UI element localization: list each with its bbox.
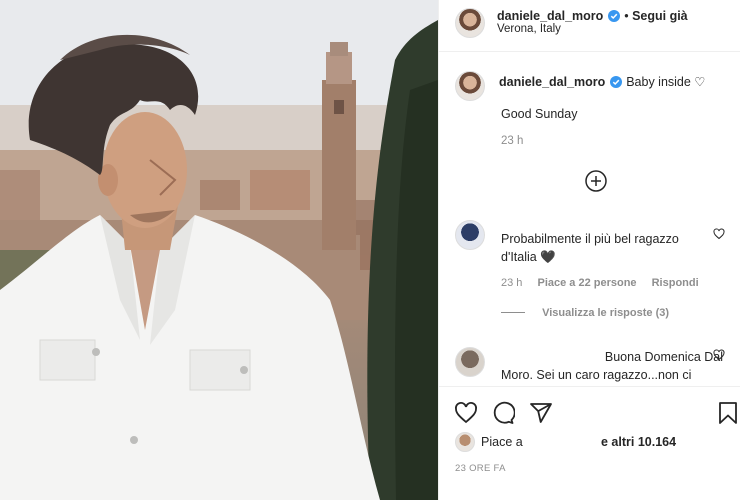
post-photo-illustration — [0, 0, 438, 500]
caption-username[interactable]: daniele_dal_moro — [499, 75, 605, 89]
comment-time[interactable]: 23 h — [501, 277, 522, 289]
follow-button[interactable]: Segui già — [632, 9, 688, 23]
caption-time[interactable]: 23 h — [501, 135, 523, 147]
likes-count[interactable]: e altri 10.164 — [601, 435, 676, 449]
heart-icon[interactable] — [713, 228, 725, 240]
avatar[interactable] — [455, 347, 485, 377]
divider — [501, 312, 525, 313]
likes-prefix: Piace a — [481, 435, 523, 449]
caption-text: Baby inside ♡ — [626, 75, 706, 89]
avatar[interactable] — [455, 71, 485, 101]
comment-text: Buona Domenica Dal — [604, 350, 723, 364]
avatar[interactable] — [455, 432, 475, 452]
post-sidebar: daniele_dal_moro • Segui già Verona, Ita… — [438, 0, 740, 500]
post-header: daniele_dal_moro • Segui già Verona, Ita… — [439, 0, 740, 52]
heart-icon[interactable] — [713, 349, 725, 361]
caption-text-line2: Good Sunday — [501, 107, 578, 121]
comment-text: Probabilmente il più bel ragazzo — [501, 232, 679, 246]
view-replies-button[interactable]: Visualizza le risposte (3) — [542, 307, 669, 319]
post-photo[interactable] — [0, 0, 438, 500]
verified-badge-icon — [609, 76, 622, 88]
comment-text-line2: Moro. Sei un caro ragazzo...non ci — [501, 368, 692, 382]
comment-text-line2: d'Italia 🖤 — [501, 250, 556, 264]
post-timestamp[interactable]: 23 ORE FA — [455, 463, 506, 474]
verified-badge-icon — [607, 10, 620, 22]
plus-circle-icon[interactable] — [584, 169, 608, 193]
comment-icon[interactable] — [491, 401, 515, 425]
list-item: Probabilmente il più bel ragazzo d'Itali… — [439, 213, 740, 328]
comment-likes[interactable]: Piace a 22 persone — [537, 277, 636, 289]
paper-plane-icon[interactable] — [529, 401, 553, 425]
heart-icon[interactable] — [454, 401, 478, 425]
header-username[interactable]: daniele_dal_moro — [497, 9, 603, 23]
comments-list[interactable]: daniele_dal_moro Baby inside ♡ Good Sund… — [439, 53, 740, 386]
reply-button[interactable]: Rispondi — [652, 277, 699, 289]
location-link[interactable]: Verona, Italy — [497, 23, 561, 35]
post-actions: Piace a e altri 10.164 23 ORE FA — [439, 386, 740, 500]
avatar[interactable] — [455, 8, 485, 38]
avatar[interactable] — [455, 220, 485, 250]
bookmark-icon[interactable] — [716, 401, 740, 425]
list-item: Buona Domenica Dal Moro. Sei un caro rag… — [439, 341, 740, 386]
